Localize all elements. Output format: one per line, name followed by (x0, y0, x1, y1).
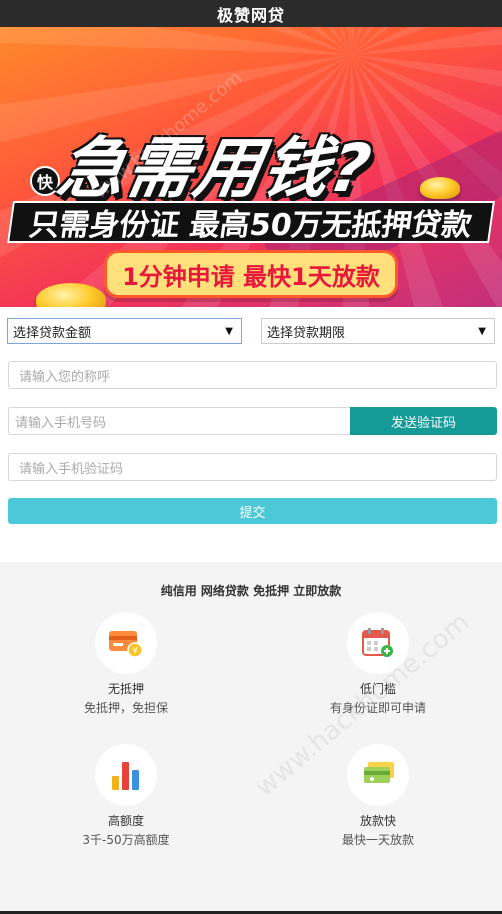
feature-desc: 3千-50万高额度 (82, 833, 170, 847)
feature-desc: 最快一天放款 (341, 833, 414, 847)
submit-button[interactable]: 提交 (8, 498, 497, 524)
loan-amount-select[interactable]: 选择贷款金额 ▼ (7, 318, 242, 344)
phone-input[interactable]: 请输入手机号码 (8, 407, 350, 435)
features-section: 纯信用 网络贷款 免抵押 立即放款 ¥ 无抵押 免抵押，免担保 低门槛 有身份证… (0, 562, 502, 914)
svg-text:¥: ¥ (132, 647, 138, 657)
dropdown-arrow-icon: ▼ (478, 325, 486, 337)
verification-code-input[interactable]: 请输入手机验证码 (8, 453, 497, 481)
feature-title: 低门槛 (359, 682, 396, 696)
app-title: 极赞网贷 (216, 5, 285, 25)
feature-title: 放款快 (359, 814, 396, 828)
banner-subline: 只需身份证 最高50万无抵押贷款 (7, 201, 495, 243)
promo-banner[interactable]: 快 急需用钱? 只需身份证 最高50万无抵押贷款 1分钟申请 最快1天放款 ww… (0, 27, 502, 307)
name-placeholder: 请输入您的称呼 (19, 369, 111, 385)
banner-headline: 急需用钱? (52, 130, 379, 207)
banner-pill: 1分钟申请 最快1天放款 (104, 250, 398, 298)
features-heading: 纯信用 网络贷款 免抵押 立即放款 (160, 584, 342, 598)
feature-low-threshold: 低门槛 有身份证即可申请 (288, 612, 468, 716)
app-title-bar: 极赞网贷 (0, 0, 502, 27)
banner-pill-text: 1分钟申请 最快1天放款 (122, 262, 380, 291)
code-placeholder: 请输入手机验证码 (19, 461, 124, 477)
name-input[interactable]: 请输入您的称呼 (8, 361, 497, 389)
feature-title: 无抵押 (107, 682, 144, 696)
feature-fast-payout: 放款快 最快一天放款 (288, 744, 468, 848)
dropdown-arrow-icon: ▼ (225, 325, 233, 337)
loan-term-label: 选择贷款期限 (267, 325, 346, 341)
loan-term-select[interactable]: 选择贷款期限 ▼ (261, 318, 495, 344)
gold-ingot-icon (420, 177, 460, 199)
loan-amount-label: 选择贷款金额 (13, 325, 92, 341)
feature-desc: 免抵押，免担保 (83, 701, 168, 715)
feature-desc: 有身份证即可申请 (329, 701, 426, 715)
send-code-button[interactable]: 发送验证码 (350, 407, 497, 435)
feature-no-collateral: ¥ 无抵押 免抵押，免担保 (36, 612, 216, 716)
feature-title: 高额度 (107, 814, 144, 828)
feature-high-limit: 高额度 3千-50万高额度 (36, 744, 216, 848)
card-coin-icon: ¥ (95, 612, 157, 674)
cash-icon (347, 744, 409, 806)
calendar-plus-icon (347, 612, 409, 674)
phone-placeholder: 请输入手机号码 (15, 415, 107, 431)
bar-chart-icon (95, 744, 157, 806)
